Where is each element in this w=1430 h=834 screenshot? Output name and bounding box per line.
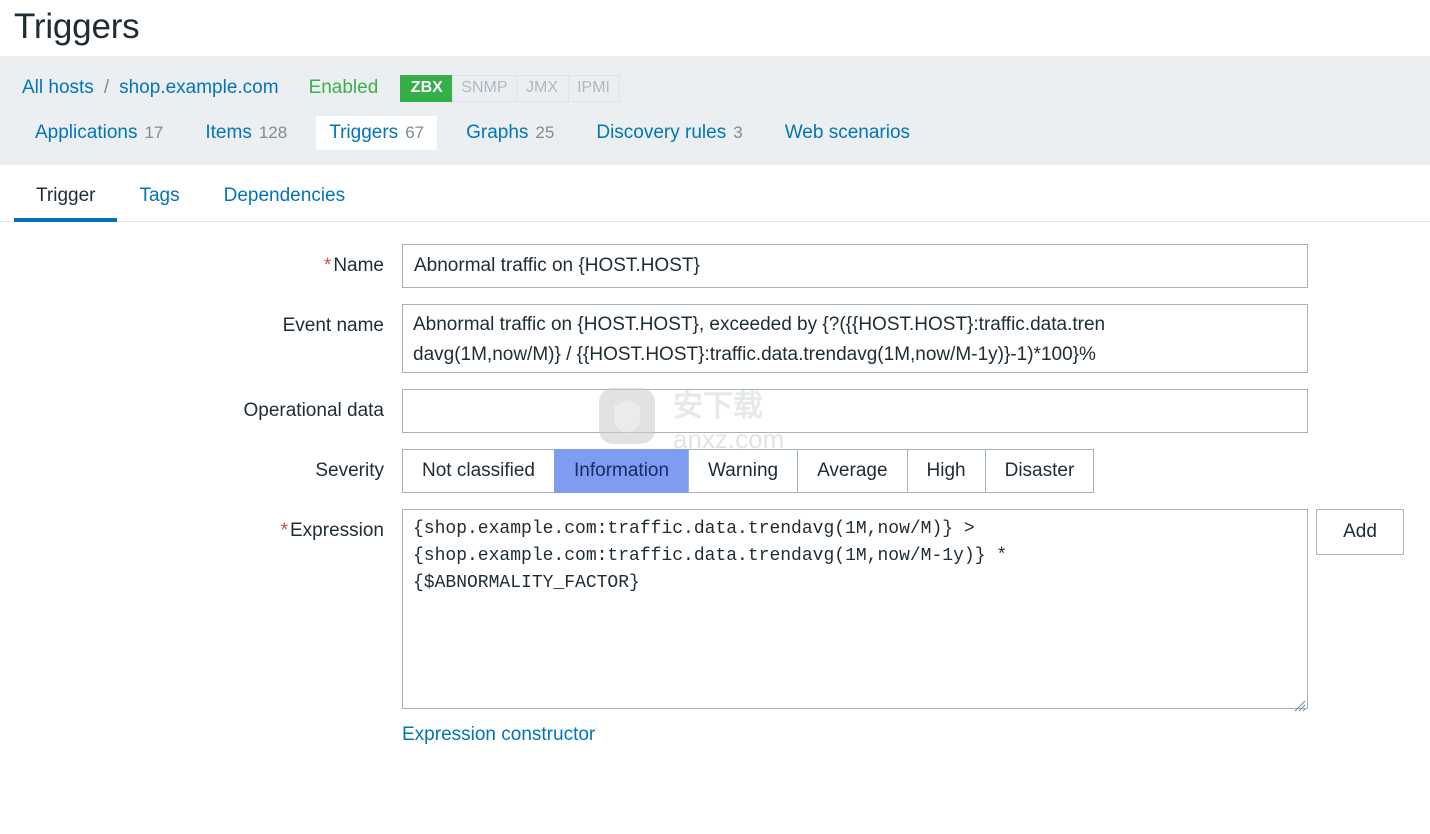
tab-trigger[interactable]: Trigger (14, 185, 118, 222)
field-row-name: * Name (0, 244, 1430, 288)
interface-badge-ipmi: IPMI (567, 74, 620, 102)
nav-items-label: Items (205, 122, 252, 143)
severity-option-disaster[interactable]: Disaster (984, 449, 1095, 493)
nav-discovery-rules[interactable]: Discovery rules 3 (583, 116, 755, 150)
nav-graphs-count: 25 (535, 123, 555, 142)
breadcrumb-separator: / (103, 77, 110, 98)
label-operational-data-text: Operational data (243, 400, 385, 421)
nav-triggers[interactable]: Triggers 67 (316, 116, 438, 150)
form-tabs: Trigger Tags Dependencies (0, 165, 1430, 222)
field-row-operational-data: Operational data (0, 389, 1430, 433)
expression-constructor-link[interactable]: Expression constructor (402, 724, 595, 746)
interface-badge-snmp: SNMP (452, 74, 516, 102)
control-severity: Not classified Information Warning Avera… (402, 449, 1430, 493)
control-expression: {shop.example.com:traffic.data.trendavg(… (402, 509, 1430, 746)
nav-triggers-count: 67 (405, 123, 425, 142)
page-title: Triggers (14, 7, 140, 46)
severity-option-warning[interactable]: Warning (688, 449, 798, 493)
field-row-severity: Severity Not classified Information Warn… (0, 449, 1430, 493)
tab-dependencies[interactable]: Dependencies (202, 185, 367, 221)
host-nav-block: All hosts / shop.example.com Enabled ZBX… (0, 56, 1430, 165)
field-row-expression: * Expression {shop.example.com:traffic.da… (0, 509, 1430, 746)
label-expression: * Expression (0, 509, 402, 746)
nav-web-scenarios[interactable]: Web scenarios (772, 116, 923, 150)
required-marker-expression: * (280, 520, 288, 541)
page-title-bar: Triggers (0, 0, 1430, 56)
nav-discovery-rules-label: Discovery rules (596, 122, 727, 143)
expression-row: {shop.example.com:traffic.data.trendavg(… (402, 509, 1404, 714)
control-event-name: Abnormal traffic on {HOST.HOST}, exceede… (402, 304, 1430, 373)
operational-data-input[interactable] (402, 389, 1308, 433)
breadcrumb: All hosts / shop.example.com Enabled ZBX… (22, 73, 1430, 103)
label-name-text: Name (333, 255, 384, 276)
nav-items[interactable]: Items 128 (192, 116, 300, 150)
label-operational-data: Operational data (0, 389, 402, 433)
expression-textarea[interactable]: {shop.example.com:traffic.data.trendavg(… (402, 509, 1308, 709)
nav-applications[interactable]: Applications 17 (22, 116, 176, 150)
label-name: * Name (0, 244, 402, 288)
severity-option-average[interactable]: Average (797, 449, 907, 493)
nav-discovery-rules-count: 3 (733, 123, 743, 142)
interface-badges: ZBX SNMP JMX IPMI (400, 74, 620, 102)
trigger-form: *Name Event name Abnormal traffic on {HO… (0, 222, 1430, 746)
interface-badge-jmx: JMX (515, 74, 568, 102)
nav-applications-label: Applications (35, 122, 138, 143)
label-event-name: Event name (0, 304, 402, 373)
expression-add-button[interactable]: Add (1316, 509, 1404, 555)
label-expression-text: Expression (290, 520, 384, 541)
breadcrumb-host-name[interactable]: shop.example.com (119, 77, 278, 99)
required-marker-name: * (323, 255, 332, 276)
host-status[interactable]: Enabled (309, 77, 379, 99)
expression-textarea-holder: {shop.example.com:traffic.data.trendavg(… (402, 509, 1308, 714)
nav-graphs[interactable]: Graphs 25 (453, 116, 567, 150)
nav-graphs-label: Graphs (466, 122, 529, 143)
label-severity-text: Severity (315, 460, 384, 481)
label-event-name-text: Event name (282, 315, 384, 336)
field-row-event-name: Event name Abnormal traffic on {HOST.HOS… (0, 304, 1430, 373)
severity-option-information[interactable]: Information (554, 449, 689, 493)
tab-tags[interactable]: Tags (117, 185, 201, 221)
interface-badge-zbx: ZBX (400, 74, 453, 102)
nav-applications-count: 17 (144, 123, 164, 142)
host-object-nav: Applications 17 Items 128 Triggers 67 Gr… (22, 115, 1430, 151)
severity-option-not-classified[interactable]: Not classified (402, 449, 554, 493)
nav-items-count: 128 (258, 123, 288, 142)
event-name-textarea[interactable]: Abnormal traffic on {HOST.HOST}, exceede… (402, 304, 1308, 373)
control-operational-data (402, 389, 1430, 433)
breadcrumb-all-hosts[interactable]: All hosts (22, 77, 94, 99)
triggers-page: Triggers All hosts / shop.example.com En… (0, 0, 1430, 834)
name-input[interactable] (402, 244, 1308, 288)
control-name (402, 244, 1430, 288)
label-severity: Severity (0, 449, 402, 493)
nav-web-scenarios-label: Web scenarios (784, 122, 911, 143)
severity-option-high[interactable]: High (906, 449, 985, 493)
nav-triggers-label: Triggers (329, 122, 399, 143)
severity-radio-group: Not classified Information Warning Avera… (402, 449, 1095, 493)
